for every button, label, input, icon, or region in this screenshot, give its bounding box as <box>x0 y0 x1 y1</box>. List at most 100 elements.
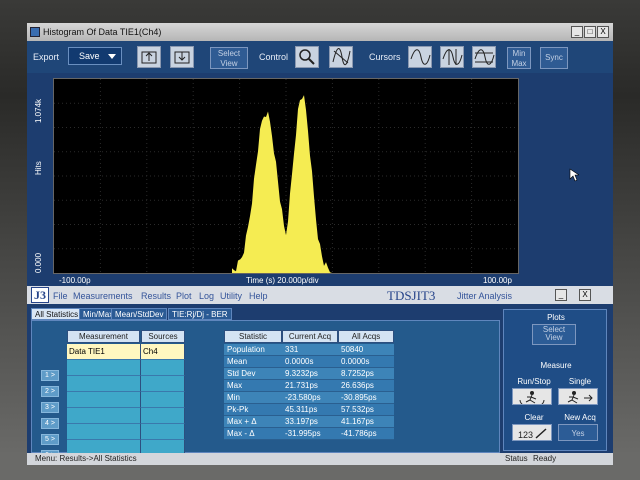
current-acq-header: Current Acq <box>282 330 338 343</box>
minimize-button[interactable]: _ <box>571 26 583 38</box>
y-min-label: 0.000 <box>34 252 43 273</box>
jitter-menubar: J3 File Measurements Results Plot Log Ut… <box>27 286 613 304</box>
mouse-pointer-icon <box>569 168 579 182</box>
histogram-plot[interactable] <box>53 78 519 274</box>
sine-horizontal-cursor-icon <box>474 49 495 65</box>
all-acqs-header: All Acqs <box>338 330 394 343</box>
min-max-button[interactable]: Min Max <box>507 47 531 69</box>
menu-utility[interactable]: Utility <box>220 291 242 301</box>
menu-results[interactable]: Results <box>141 291 171 301</box>
app-close-button[interactable]: X <box>579 289 591 301</box>
cursor-mode-1-button[interactable] <box>408 46 432 68</box>
tab-tie-rj-dj-ber[interactable]: TIE:Rj/Dj - BER <box>168 308 232 320</box>
zoom-button[interactable] <box>295 46 319 68</box>
stat-name: Population <box>224 344 282 356</box>
table-cell-source[interactable] <box>141 392 185 408</box>
stat-name: Min <box>224 392 282 404</box>
stat-current: 331 <box>282 344 338 356</box>
menu-file[interactable]: File <box>53 291 68 301</box>
histogram-bars <box>232 95 332 273</box>
close-button[interactable]: X <box>597 26 609 38</box>
status-label: Status <box>505 454 528 463</box>
table-row[interactable]: Data TIE1 <box>67 344 141 360</box>
status-value: Ready <box>533 454 557 463</box>
stat-current: -31.995ps <box>282 428 338 440</box>
sources-header: Sources <box>141 330 185 343</box>
y-max-label: 1.074k <box>34 98 43 123</box>
running-man-icon <box>519 391 545 408</box>
table-row[interactable] <box>67 424 141 440</box>
row-select-button-2[interactable]: 2 > <box>41 386 59 397</box>
stat-all: 8.7252ps <box>338 368 394 380</box>
stat-current: 9.3232ps <box>282 368 338 380</box>
new-acq-yes-button[interactable]: Yes <box>558 424 598 441</box>
control-label: Control <box>259 52 289 62</box>
download-icon <box>174 51 190 64</box>
menu-help[interactable]: Help <box>249 291 268 301</box>
stat-current: 21.731ps <box>282 380 338 392</box>
table-cell-source[interactable]: Ch4 <box>141 344 185 360</box>
save-label: Save <box>79 51 100 61</box>
table-cell-source[interactable] <box>141 408 185 424</box>
status-bar: Menu: Results->All Statistics Status Rea… <box>27 453 613 465</box>
app-minimize-button[interactable]: _ <box>555 289 567 301</box>
table-cell-source[interactable] <box>141 360 185 376</box>
stat-all: 50840 <box>338 344 394 356</box>
chevron-down-icon <box>108 54 116 59</box>
menu-measurements[interactable]: Measurements <box>73 291 133 301</box>
svg-text:123: 123 <box>518 430 533 440</box>
select-view-button[interactable]: Select View <box>210 47 248 69</box>
tab-all-statistics[interactable]: All Statistics <box>31 308 83 320</box>
menu-log[interactable]: Log <box>199 291 214 301</box>
plots-select-view-button[interactable]: Select View <box>532 324 576 345</box>
histogram-toolbar: Export Save SelectView Control Cursors <box>27 41 613 73</box>
cursors-label: Cursors <box>369 52 401 62</box>
control-pane: Plots Select View Measure Run/Stop Single… <box>503 309 607 451</box>
stat-name: Max <box>224 380 282 392</box>
single-label: Single <box>568 377 592 386</box>
single-button[interactable] <box>558 388 598 405</box>
eraser-icon: 123 <box>518 428 547 440</box>
row-select-button-5[interactable]: 5 > <box>41 434 59 445</box>
table-row[interactable] <box>67 392 141 408</box>
cursor-mode-2-button[interactable] <box>440 46 464 68</box>
plots-label: Plots <box>547 313 565 322</box>
run-stop-button[interactable] <box>512 388 552 408</box>
clear-button[interactable]: 123 <box>512 424 552 441</box>
maximize-button[interactable]: □ <box>584 26 596 38</box>
menu-plot[interactable]: Plot <box>176 291 192 301</box>
x-max-label: 100.00p <box>483 276 512 285</box>
table-row[interactable] <box>67 360 141 376</box>
table-cell-source[interactable] <box>141 424 185 440</box>
tdsjit3-logo: J3 <box>31 287 49 303</box>
table-row[interactable] <box>67 376 141 392</box>
statistic-header: Statistic <box>224 330 282 343</box>
sync-button[interactable]: Sync <box>540 47 568 69</box>
table-row[interactable] <box>67 408 141 424</box>
stat-name: Pk-Pk <box>224 404 282 416</box>
stat-name: Max + Δ <box>224 416 282 428</box>
app-brand: TDSJIT3 <box>387 288 436 303</box>
row-select-button-4[interactable]: 4 > <box>41 418 59 429</box>
measure-label: Measure <box>540 361 572 370</box>
upload-icon <box>141 51 157 64</box>
waveform-icon <box>332 48 351 66</box>
app-subtitle: Jitter Analysis <box>457 291 513 301</box>
single-run-icon <box>567 391 593 404</box>
tab-mean-stddev[interactable]: Mean/StdDev <box>111 308 168 320</box>
stat-current: 0.0000s <box>282 356 338 368</box>
stat-all: 26.636ps <box>338 380 394 392</box>
export-down-button[interactable] <box>170 46 194 68</box>
row-select-button-3[interactable]: 3 > <box>41 402 59 413</box>
row-select-button-1[interactable]: 1 > <box>41 370 59 381</box>
save-dropdown[interactable]: Save <box>68 47 122 65</box>
stat-name: Max - Δ <box>224 428 282 440</box>
waveform-control-button[interactable] <box>329 46 353 68</box>
app-screen: Histogram Of Data TIE1(Ch4) _ □ X Export… <box>27 23 613 465</box>
table-cell-source[interactable] <box>141 376 185 392</box>
window-titlebar: Histogram Of Data TIE1(Ch4) _ □ X <box>27 23 613 41</box>
cursor-mode-3-button[interactable] <box>472 46 496 68</box>
export-up-button[interactable] <box>137 46 161 68</box>
export-label: Export <box>33 52 60 62</box>
menu-path: Menu: Results->All Statistics <box>35 454 137 463</box>
